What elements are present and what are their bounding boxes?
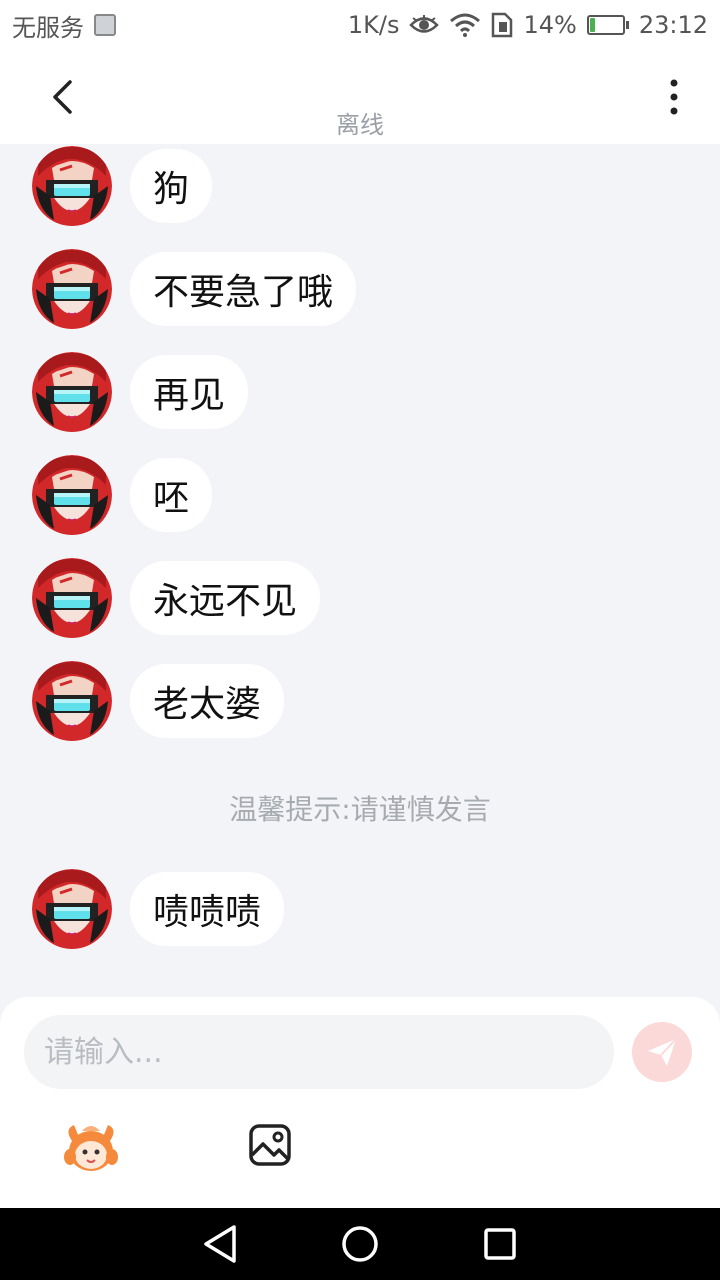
message-bubble[interactable]: 不要急了哦 [130, 252, 357, 326]
chat-header: 离线 [0, 50, 720, 144]
avatar[interactable] [32, 352, 112, 432]
square-recents-icon [484, 1228, 516, 1260]
avatar[interactable] [32, 869, 112, 949]
eye-icon [409, 15, 440, 33]
mascot-emoji-icon[interactable] [62, 1121, 120, 1173]
status-left: 无服务 [12, 8, 116, 43]
triangle-back-icon [204, 1225, 236, 1263]
message-bubble[interactable]: 老太婆 [130, 664, 285, 738]
more-options-button[interactable] [654, 72, 694, 122]
avatar[interactable] [32, 146, 112, 226]
message-bubble[interactable]: 再见 [130, 355, 249, 429]
sim-card-icon [492, 12, 513, 38]
battery-percent: 14% [523, 11, 577, 39]
send-button[interactable] [632, 1022, 692, 1082]
battery-icon [586, 15, 629, 35]
clock: 23:12 [638, 11, 708, 39]
system-navigation-bar [0, 1208, 720, 1280]
nav-home-button[interactable] [330, 1214, 390, 1274]
image-icon[interactable] [248, 1123, 292, 1167]
message-item: 永远不见 [32, 558, 321, 638]
composer-panel [0, 997, 720, 1208]
message-bubble[interactable]: 呸 [130, 458, 213, 532]
avatar[interactable] [32, 455, 112, 535]
image-notification-icon [94, 14, 116, 36]
message-bubble[interactable]: 永远不见 [130, 561, 321, 635]
status-right: 1K/s 14% 23:12 [348, 11, 708, 39]
chat-notice: 温馨提示:请谨慎发言 [229, 793, 491, 826]
message-item: 再见 [32, 352, 249, 432]
avatar[interactable] [32, 249, 112, 329]
avatar[interactable] [32, 558, 112, 638]
status-bar: 无服务 1K/s 14% 23:12 [0, 0, 720, 50]
nav-recents-button[interactable] [470, 1214, 530, 1274]
message-input[interactable] [24, 1015, 614, 1089]
circle-home-icon [342, 1226, 378, 1262]
message-item: 不要急了哦 [32, 249, 357, 329]
presence-status: 离线 [336, 111, 384, 139]
wifi-icon [450, 13, 481, 37]
message-item: 呸 [32, 455, 213, 535]
message-item: 老太婆 [32, 661, 285, 741]
nav-back-button[interactable] [190, 1214, 250, 1274]
message-item: 啧啧啧 [32, 869, 285, 949]
avatar[interactable] [32, 661, 112, 741]
message-bubble[interactable]: 啧啧啧 [130, 872, 285, 946]
carrier-text: 无服务 [12, 13, 84, 42]
message-item: 狗 [32, 146, 213, 226]
network-speed: 1K/s [347, 11, 400, 39]
more-vertical-icon [670, 79, 678, 115]
message-bubble[interactable]: 狗 [130, 149, 213, 223]
paper-plane-icon [648, 1038, 677, 1066]
